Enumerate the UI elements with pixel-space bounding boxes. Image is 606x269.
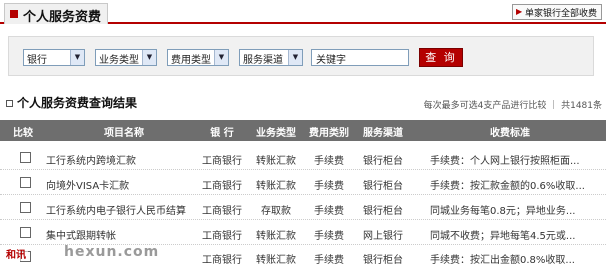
results-title: 个人服务资费查询结果 — [6, 94, 137, 111]
col-channel: 服务渠道 — [363, 128, 403, 139]
chevron-down-icon: ▼ — [214, 50, 228, 65]
col-name: 项目名称 — [104, 128, 144, 139]
chevron-down-icon: ▼ — [288, 50, 302, 65]
service-type-select-value: 业务类型 — [99, 55, 139, 66]
channel-select-value: 服务渠道 — [243, 55, 283, 66]
row-fee-type: 手续费 — [314, 156, 344, 167]
hexun-site-text: hexun.com — [64, 244, 160, 260]
fee-type-select-value: 费用类型 — [171, 55, 211, 66]
title-square-icon — [10, 10, 18, 18]
col-fee-type: 费用类别 — [309, 128, 349, 139]
row-service-type: 转账汇款 — [256, 181, 296, 192]
row-name[interactable]: 工行系统内电子银行人民币结算 — [46, 202, 196, 217]
table-row: 工行系统内电子银行人民币结算 工商银行 存取款 手续费 银行柜台 同城业务每笔0… — [0, 196, 606, 220]
row-channel: 银行柜台 — [363, 206, 403, 217]
row-channel: 银行柜台 — [363, 181, 403, 192]
row-name[interactable]: 工行系统内跨境汇款 — [46, 152, 196, 167]
row-bank: 工商银行 — [202, 206, 242, 217]
row-standard: 同城不收费；异地每笔4.5元或... — [430, 231, 576, 242]
top-bar: 个人服务资费 ▶ 单家银行全部收费 — [0, 0, 606, 25]
fee-type-select[interactable]: 费用类型 ▼ — [167, 49, 229, 66]
hexun-logo: 和讯 — [4, 246, 28, 261]
compare-checkbox[interactable] — [20, 227, 31, 238]
row-channel: 网上银行 — [363, 231, 403, 242]
row-fee-type: 手续费 — [314, 206, 344, 217]
row-bank: 工商银行 — [202, 181, 242, 192]
chevron-down-icon: ▼ — [70, 50, 84, 65]
row-service-type: 转账汇款 — [256, 231, 296, 242]
row-name[interactable]: 向境外VISA卡汇款 — [46, 177, 196, 192]
row-service-type: 转账汇款 — [256, 156, 296, 167]
row-name[interactable]: 集中式跟期转帐 — [46, 227, 196, 242]
table-row: 工行系统内跨境汇款 工商银行 转账汇款 手续费 银行柜台 手续费：个人网上银行按… — [0, 146, 606, 170]
all-fees-link[interactable]: ▶ 单家银行全部收费 — [511, 4, 602, 20]
row-standard: 同城业务每笔0.8元；异地业务... — [430, 206, 576, 217]
row-standard: 手续费：按汇款金额的0.6%收取... — [430, 181, 585, 192]
row-fee-type: 手续费 — [314, 231, 344, 242]
table-row: 向境外VISA卡汇款 工商银行 转账汇款 手续费 银行柜台 手续费：按汇款金额的… — [0, 171, 606, 195]
col-standard: 收费标准 — [490, 128, 530, 139]
table-row: 集中式跟期转帐 工商银行 转账汇款 手续费 网上银行 同城不收费；异地每笔4.5… — [0, 221, 606, 245]
row-channel: 银行柜台 — [363, 255, 403, 266]
row-bank: 工商银行 — [202, 255, 242, 266]
col-bank: 银 行 — [210, 128, 234, 139]
row-channel: 银行柜台 — [363, 156, 403, 167]
bank-select[interactable]: 银行 ▼ — [23, 49, 85, 66]
table-header: 比较 项目名称 银 行 业务类型 费用类别 服务渠道 收费标准 — [0, 120, 606, 141]
row-fee-type: 手续费 — [314, 255, 344, 266]
col-service-type: 业务类型 — [256, 128, 296, 139]
chevron-down-icon: ▼ — [142, 50, 156, 65]
page-title-text: 个人服务资费 — [23, 10, 102, 25]
compare-checkbox[interactable] — [20, 177, 31, 188]
row-bank: 工商银行 — [202, 156, 242, 167]
watermark: 和讯 hexun.com — [4, 244, 158, 264]
bank-select-value: 银行 — [27, 55, 47, 66]
col-compare: 比较 — [13, 128, 33, 139]
row-standard: 手续费：按汇出金额0.8%收取... — [430, 255, 575, 266]
section-square-icon — [6, 100, 13, 107]
channel-select[interactable]: 服务渠道 ▼ — [239, 49, 303, 66]
row-service-type: 存取款 — [261, 206, 291, 217]
filter-panel: 银行 ▼ 业务类型 ▼ 费用类型 ▼ 服务渠道 ▼ 关键字 查 询 — [8, 36, 594, 76]
service-type-select[interactable]: 业务类型 ▼ — [95, 49, 157, 66]
row-service-type: 转账汇款 — [256, 255, 296, 266]
compare-checkbox[interactable] — [20, 152, 31, 163]
compare-checkbox[interactable] — [20, 202, 31, 213]
row-standard: 手续费：个人网上银行按照柜面... — [430, 156, 580, 167]
row-bank: 工商银行 — [202, 231, 242, 242]
results-hint: 每次最多可选4支产品进行比较 ｜ 共1481条 — [423, 101, 602, 111]
all-fees-link-label: 单家银行全部收费 — [524, 9, 597, 19]
row-fee-type: 手续费 — [314, 181, 344, 192]
keyword-input[interactable]: 关键字 — [311, 49, 409, 66]
arrow-right-icon: ▶ — [515, 7, 523, 16]
page-title: 个人服务资费 — [4, 3, 109, 25]
query-button[interactable]: 查 询 — [419, 48, 463, 67]
results-title-text: 个人服务资费查询结果 — [17, 96, 138, 110]
